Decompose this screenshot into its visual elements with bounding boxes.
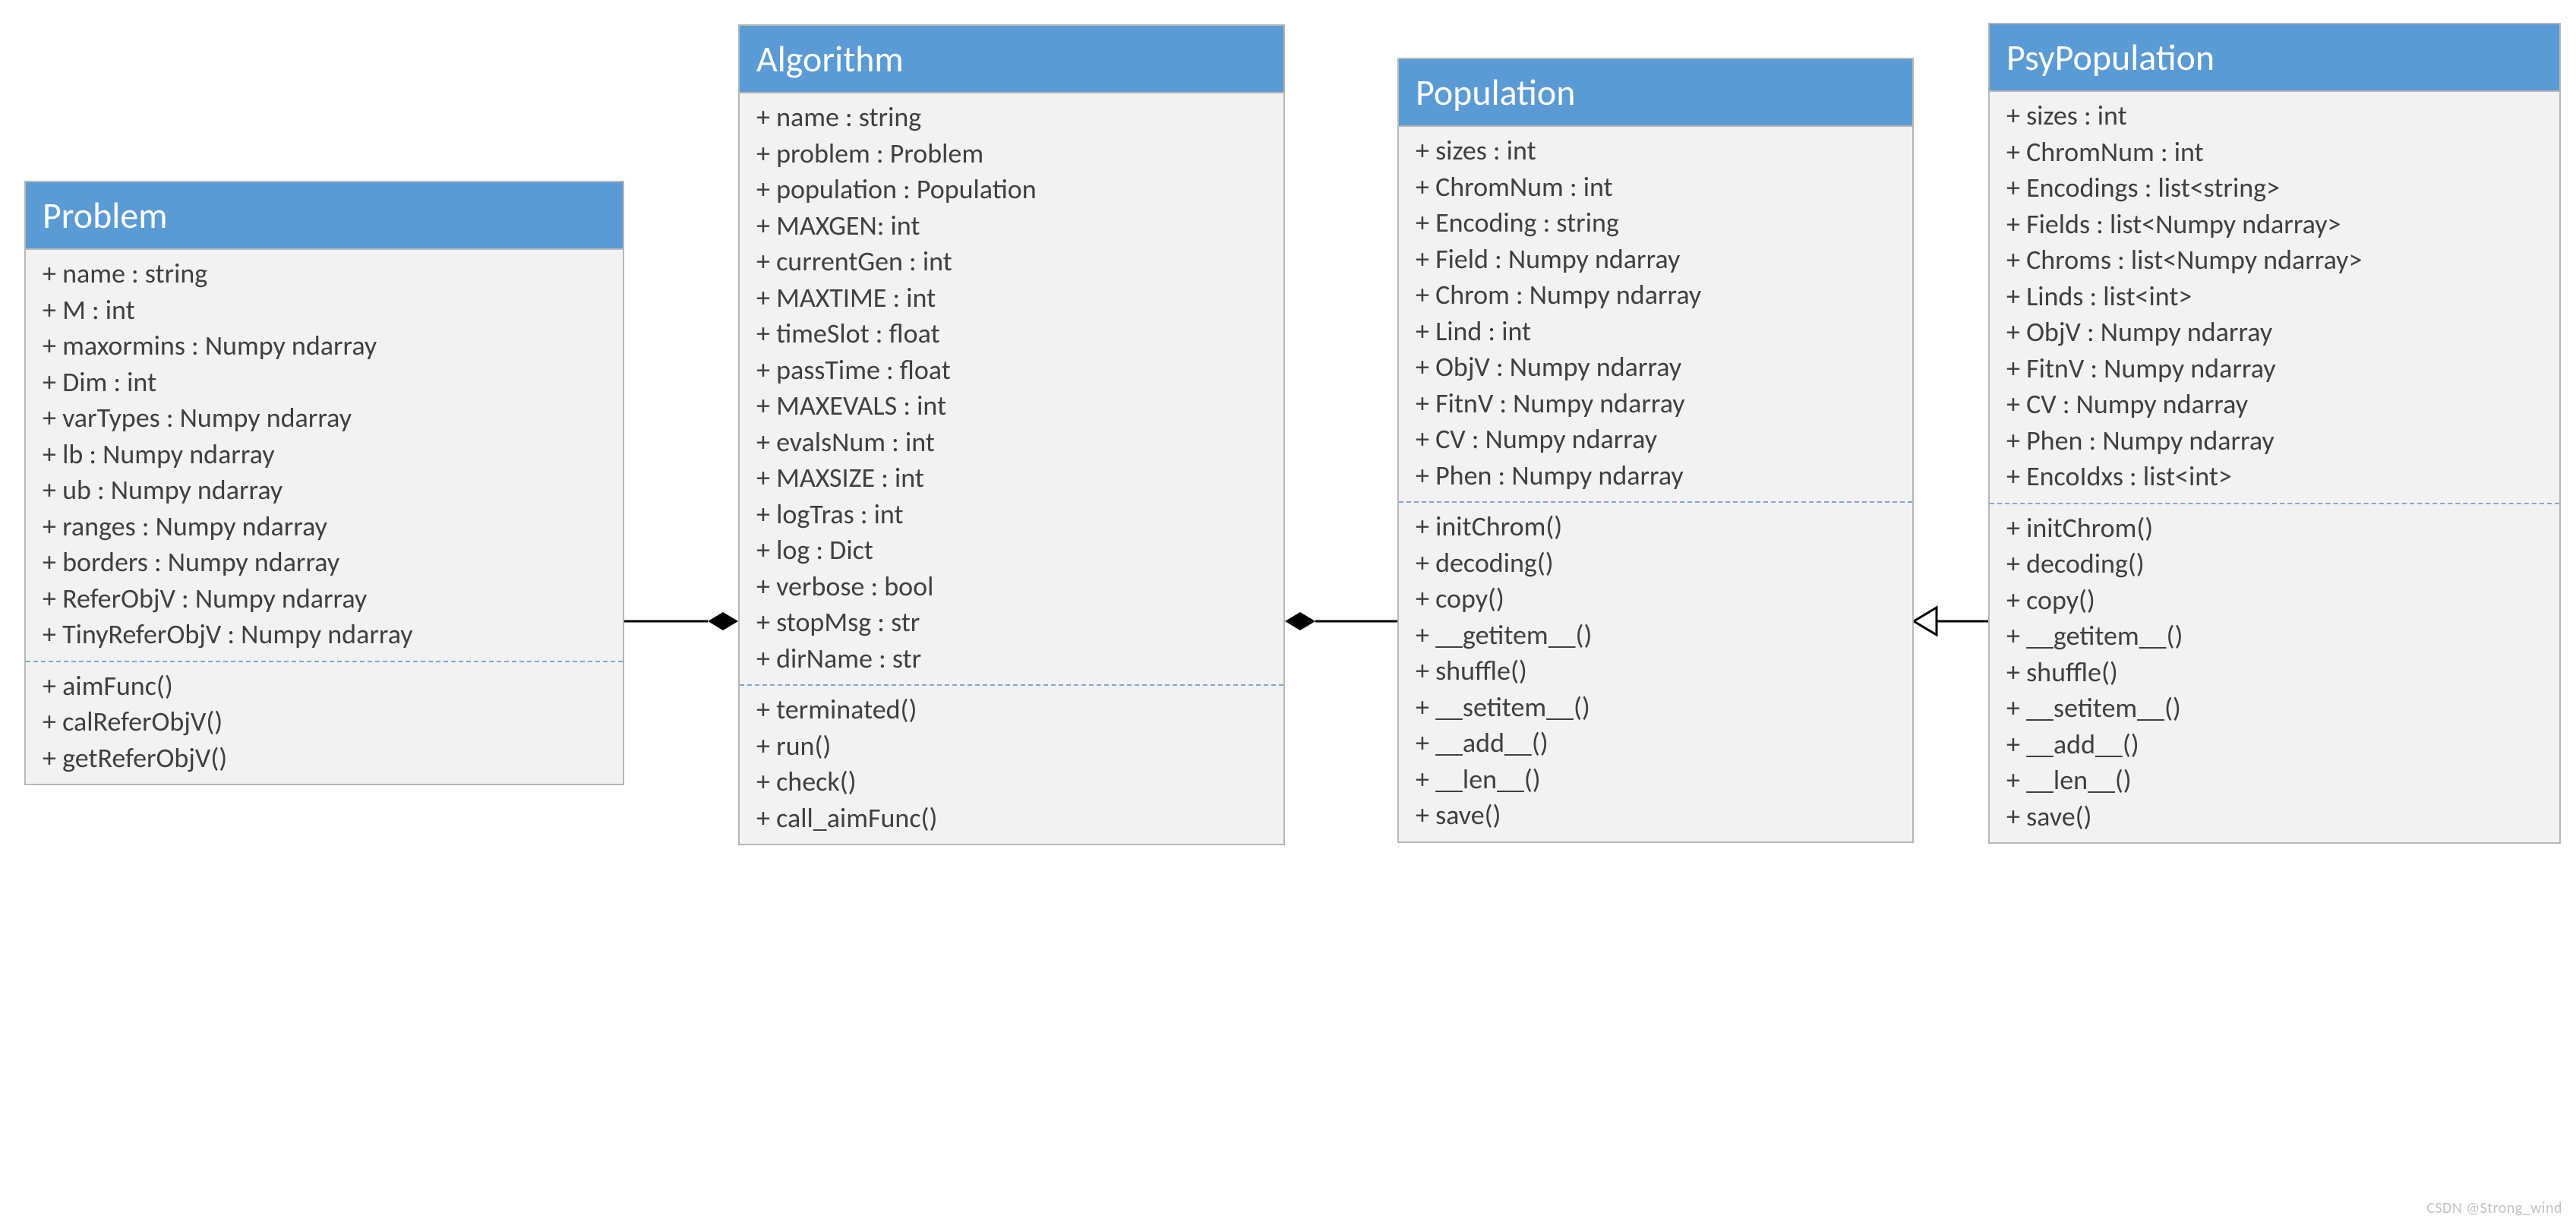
attr-row: + Dim : int: [43, 365, 606, 401]
attr-row: + Phen : Numpy ndarray: [2006, 423, 2543, 459]
attr-row: + evalsNum : int: [756, 425, 1267, 461]
method-row: + __getitem__(): [2006, 618, 2543, 655]
attr-row: + Phen : Numpy ndarray: [1416, 458, 1896, 494]
method-row: + run(): [756, 728, 1267, 765]
attr-row: + M : int: [43, 292, 606, 329]
method-row: + initChrom(): [1416, 509, 1896, 545]
attr-row: + Linds : list<int>: [2006, 279, 2543, 315]
attr-row: + CV : Numpy ndarray: [1416, 421, 1896, 458]
watermark: CSDN @Strong_wind: [2426, 1199, 2562, 1217]
method-row: + decoding(): [1416, 545, 1896, 582]
attr-row: + MAXGEN: int: [756, 208, 1267, 245]
attr-row: + ub : Numpy ndarray: [43, 472, 606, 509]
class-psypopulation: PsyPopulation + sizes : int + ChromNum :…: [1988, 23, 2561, 844]
attr-row: + Encoding : string: [1416, 205, 1896, 242]
method-row: + __getitem__(): [1416, 617, 1896, 654]
class-title-psypopulation: PsyPopulation: [1990, 24, 2559, 92]
attr-row: + sizes : int: [2006, 98, 2543, 134]
attr-row: + FitnV : Numpy ndarray: [1416, 386, 1896, 422]
method-row: + aimFunc(): [43, 668, 606, 705]
attr-row: + verbose : bool: [756, 569, 1267, 605]
attr-row: + maxormins : Numpy ndarray: [43, 328, 606, 365]
attrs-algorithm: + name : string + problem : Problem + po…: [740, 93, 1283, 684]
connector-algorithm-population: [1285, 598, 1397, 644]
attr-row: + logTras : int: [756, 497, 1267, 533]
attr-row: + ObjV : Numpy ndarray: [1416, 349, 1896, 386]
class-title-problem: Problem: [26, 182, 623, 250]
attr-row: + Field : Numpy ndarray: [1416, 242, 1896, 278]
connector-population-psypopulation: [1914, 598, 1988, 644]
attrs-population: + sizes : int + ChromNum : int + Encodin…: [1399, 127, 1912, 501]
attr-row: + FitnV : Numpy ndarray: [2006, 351, 2543, 387]
method-row: + check(): [756, 764, 1267, 800]
method-row: + copy(): [2006, 583, 2543, 619]
attr-row: + Chroms : list<Numpy ndarray>: [2006, 242, 2543, 279]
class-problem: Problem + name : string + M : int + maxo…: [24, 181, 624, 785]
connector-problem-algorithm: [624, 598, 738, 644]
method-row: + shuffle(): [1416, 653, 1896, 690]
attr-row: + CV : Numpy ndarray: [2006, 387, 2543, 423]
attr-row: + timeSlot : float: [756, 316, 1267, 352]
attr-row: + ChromNum : int: [1416, 169, 1896, 206]
attr-row: + Lind : int: [1416, 314, 1896, 350]
method-row: + save(): [1416, 797, 1896, 834]
attr-row: + MAXEVALS : int: [756, 388, 1267, 425]
attr-row: + Fields : list<Numpy ndarray>: [2006, 207, 2543, 243]
attr-row: + stopMsg : str: [756, 605, 1267, 641]
attr-row: + ranges : Numpy ndarray: [43, 509, 606, 545]
methods-problem: + aimFunc() + calReferObjV() + getReferO…: [26, 661, 623, 785]
attrs-problem: + name : string + M : int + maxormins : …: [26, 250, 623, 661]
attr-row: + lb : Numpy ndarray: [43, 437, 606, 473]
method-row: + __add__(): [1416, 725, 1896, 762]
attr-row: + name : string: [43, 256, 606, 292]
attr-row: + currentGen : int: [756, 244, 1267, 280]
attrs-psypopulation: + sizes : int + ChromNum : int + Encodin…: [1990, 92, 2559, 503]
attr-row: + sizes : int: [1416, 133, 1896, 169]
method-row: + decoding(): [2006, 546, 2543, 583]
methods-population: + initChrom() + decoding() + copy() + __…: [1399, 501, 1912, 841]
attr-row: + EncoIdxs : list<int>: [2006, 459, 2543, 495]
attr-row: + Chrom : Numpy ndarray: [1416, 277, 1896, 314]
method-row: + call_aimFunc(): [756, 800, 1267, 837]
methods-algorithm: + terminated() + run() + check() + call_…: [740, 684, 1283, 844]
attr-row: + ChromNum : int: [2006, 134, 2543, 171]
method-row: + terminated(): [756, 692, 1267, 728]
method-row: + __setitem__(): [2006, 690, 2543, 727]
attr-row: + ReferObjV : Numpy ndarray: [43, 581, 606, 617]
attr-row: + passTime : float: [756, 352, 1267, 389]
attr-row: + ObjV : Numpy ndarray: [2006, 314, 2543, 351]
method-row: + save(): [2006, 799, 2543, 835]
attr-row: + Encodings : list<string>: [2006, 170, 2543, 207]
method-row: + initChrom(): [2006, 510, 2543, 547]
attr-row: + MAXTIME : int: [756, 280, 1267, 317]
attr-row: + TinyReferObjV : Numpy ndarray: [43, 617, 606, 653]
method-row: + calReferObjV(): [43, 704, 606, 740]
attr-row: + varTypes : Numpy ndarray: [43, 400, 606, 437]
attr-row: + name : string: [756, 99, 1267, 136]
attr-row: + population : Population: [756, 172, 1267, 208]
method-row: + getReferObjV(): [43, 740, 606, 777]
method-row: + __len__(): [2006, 762, 2543, 799]
attr-row: + log : Dict: [756, 532, 1267, 569]
method-row: + shuffle(): [2006, 655, 2543, 691]
attr-row: + dirName : str: [756, 641, 1267, 677]
method-row: + __add__(): [2006, 727, 2543, 763]
attr-row: + MAXSIZE : int: [756, 460, 1267, 497]
class-population: Population + sizes : int + ChromNum : in…: [1397, 58, 1914, 843]
method-row: + __len__(): [1416, 762, 1896, 798]
class-title-population: Population: [1399, 59, 1912, 127]
method-row: + copy(): [1416, 581, 1896, 617]
methods-psypopulation: + initChrom() + decoding() + copy() + __…: [1990, 503, 2559, 843]
class-algorithm: Algorithm + name : string + problem : Pr…: [738, 24, 1285, 845]
attr-row: + problem : Problem: [756, 136, 1267, 172]
method-row: + __setitem__(): [1416, 690, 1896, 726]
attr-row: + borders : Numpy ndarray: [43, 545, 606, 581]
class-title-algorithm: Algorithm: [740, 26, 1283, 93]
